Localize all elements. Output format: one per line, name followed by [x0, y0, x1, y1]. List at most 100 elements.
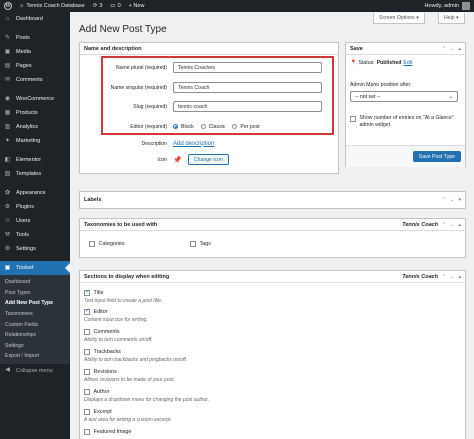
sidebar-item-posts[interactable]: ✎ Posts: [0, 31, 70, 45]
sidebar-item-woocommerce[interactable]: ◉ WooCommerce: [0, 92, 70, 106]
glance-checkbox[interactable]: [350, 116, 356, 122]
section-item-trackbacks: Trackbacks Ability to turn trackbacks an…: [84, 349, 188, 364]
section-item-excerpt: Excerpt A text area for writing a custom…: [84, 409, 172, 424]
elementor-icon: ◧: [4, 156, 11, 163]
status-line: 📍 Status: Published Edit: [350, 60, 413, 66]
comments-link[interactable]: ▭ 0: [106, 0, 124, 12]
save-post-type-button[interactable]: Save Post Type: [412, 151, 461, 162]
appearance-icon: ✿: [4, 189, 11, 196]
section-item-editor: Editor Content input box for writing.: [84, 308, 148, 323]
move-up-icon[interactable]: ⌃: [442, 197, 446, 203]
checkbox-icon[interactable]: [84, 429, 90, 435]
media-icon: ▣: [4, 48, 11, 55]
chevron-down-icon: ⌄: [448, 93, 453, 100]
move-up-icon[interactable]: ⌃: [442, 46, 446, 52]
taxonomies-box: Taxonomies to be used with Tennis Coach …: [79, 218, 466, 258]
collapse-menu-button[interactable]: ◀ Collapse menu: [0, 364, 70, 378]
move-down-icon[interactable]: ⌄: [450, 197, 454, 203]
save-box: Save ⌃ ⌄ ▴ 📍 Status: Published Edit Admi…: [345, 42, 466, 167]
wp-logo-menu[interactable]: W: [0, 0, 16, 12]
sidebar-item-plugins[interactable]: ⚙ Plugins: [0, 200, 70, 214]
taxonomy-option-categories[interactable]: Categories: [89, 241, 125, 247]
icon-row: Icon 📌 Change icon: [103, 154, 229, 165]
checkbox-icon: [190, 241, 196, 247]
collapse-arrow-icon: ◀: [5, 367, 10, 374]
submenu-item-add-new-post-type[interactable]: Add New Post Type: [0, 298, 70, 309]
submenu-item-post-types[interactable]: Post Types: [0, 288, 70, 299]
menu-position-label: Admin Menu position after:: [350, 82, 412, 88]
sidebar-item-elementor[interactable]: ◧ Elementor: [0, 153, 70, 167]
help-tab[interactable]: Help ▾: [438, 13, 465, 24]
description-row: Description Add description: [103, 138, 215, 149]
site-name-link[interactable]: ⌂ Tennis Coach Database: [16, 0, 89, 12]
checkbox-icon[interactable]: [84, 369, 90, 375]
collapse-icon[interactable]: ▴: [458, 46, 461, 52]
checkbox-icon[interactable]: [84, 409, 90, 415]
current-menu-arrow: [65, 263, 70, 273]
menu-position-select[interactable]: -- not set -- ⌄: [350, 91, 458, 102]
move-down-icon[interactable]: ⌄: [450, 46, 454, 52]
checkbox-icon: [89, 241, 95, 247]
glance-row: Show number of entries on "At a Glance" …: [350, 115, 462, 129]
sidebar-item-toolset[interactable]: ▣ Toolset: [0, 261, 70, 275]
expand-icon[interactable]: ▾: [458, 197, 461, 203]
templates-icon: ▧: [4, 170, 11, 177]
sidebar-item-comments[interactable]: ✉ Comments: [0, 73, 70, 87]
move-up-icon[interactable]: ⌃: [442, 222, 446, 228]
admin-bar: W ⌂ Tennis Coach Database ⟳ 3 ▭ 0 + New …: [0, 0, 474, 12]
tools-icon: ⚒: [4, 231, 11, 238]
sidebar-item-templates[interactable]: ▧ Templates: [0, 167, 70, 181]
box-header: Save ⌃ ⌄ ▴: [346, 43, 465, 55]
move-down-icon[interactable]: ⌄: [450, 274, 454, 280]
box-controls: ⌃ ⌄ ▾: [442, 197, 461, 203]
toolset-icon: ▣: [4, 264, 11, 271]
submenu-item-taxonomies[interactable]: Taxonomies: [0, 309, 70, 320]
labels-box: Labels ⌃ ⌄ ▾: [79, 191, 466, 209]
edit-status-link[interactable]: Edit: [403, 60, 412, 66]
my-account-menu[interactable]: Howdy, admin: [421, 0, 474, 12]
taxonomy-option-tags[interactable]: Tags: [190, 241, 211, 247]
checkbox-icon[interactable]: [84, 389, 90, 395]
checkbox-icon[interactable]: [84, 349, 90, 355]
move-up-icon[interactable]: ⌃: [442, 274, 446, 280]
sidebar-item-analytics[interactable]: ▥ Analytics: [0, 120, 70, 134]
box-header[interactable]: Labels ⌃ ⌄ ▾: [80, 192, 465, 208]
sidebar-item-settings[interactable]: ⚙ Settings: [0, 242, 70, 256]
checkbox-checked-icon[interactable]: [84, 308, 90, 315]
collapse-icon[interactable]: ▴: [458, 274, 461, 280]
change-icon-button[interactable]: Change icon: [187, 154, 229, 165]
posts-icon: ✎: [4, 34, 11, 41]
admin-sidebar: ⌂ Dashboard ✎ Posts ▣ Media ▤ Pages ✉ Comment…: [0, 12, 70, 439]
plugins-icon: ⚙: [4, 203, 11, 210]
home-icon: ⌂: [20, 3, 24, 9]
comment-bubble-icon: ▭: [110, 3, 116, 9]
submenu-item-relationships[interactable]: Relationships: [0, 330, 70, 341]
sidebar-item-users[interactable]: ☺ Users: [0, 214, 70, 228]
sidebar-item-appearance[interactable]: ✿ Appearance: [0, 186, 70, 200]
updates-icon: ⟳: [92, 3, 98, 9]
sidebar-item-media[interactable]: ▣ Media: [0, 45, 70, 59]
sidebar-item-pages[interactable]: ▤ Pages: [0, 59, 70, 73]
sidebar-item-dashboard[interactable]: ⌂ Dashboard: [0, 12, 70, 26]
submenu-item-dashboard[interactable]: Dashboard: [0, 277, 70, 288]
settings-icon: ⚙: [4, 245, 11, 252]
sidebar-item-tools[interactable]: ⚒ Tools: [0, 228, 70, 242]
box-controls: Tennis Coach ⌃ ⌄ ▴: [402, 221, 461, 228]
collapse-icon[interactable]: ▴: [458, 222, 461, 228]
products-icon: ▦: [4, 109, 11, 116]
submenu-item-custom-fields[interactable]: Custom Fields: [0, 319, 70, 330]
users-icon: ☺: [4, 217, 11, 224]
checkbox-checked-icon[interactable]: [84, 289, 90, 296]
sidebar-item-products[interactable]: ▦ Products: [0, 106, 70, 120]
sidebar-item-marketing[interactable]: ✦ Marketing: [0, 134, 70, 148]
new-content-link[interactable]: + New: [125, 0, 149, 12]
move-down-icon[interactable]: ⌄: [450, 222, 454, 228]
updates-link[interactable]: ⟳ 3: [89, 0, 107, 12]
submenu-item-settings[interactable]: Settings: [0, 341, 70, 352]
submenu-item-export-import[interactable]: Export / Import: [0, 351, 70, 362]
screen-options-tab[interactable]: Screen Options ▾: [373, 13, 425, 24]
add-description-link[interactable]: Add description: [173, 141, 214, 147]
pushpin-icon: 📌: [173, 156, 182, 164]
avatar: [462, 2, 470, 10]
checkbox-icon[interactable]: [84, 329, 90, 335]
